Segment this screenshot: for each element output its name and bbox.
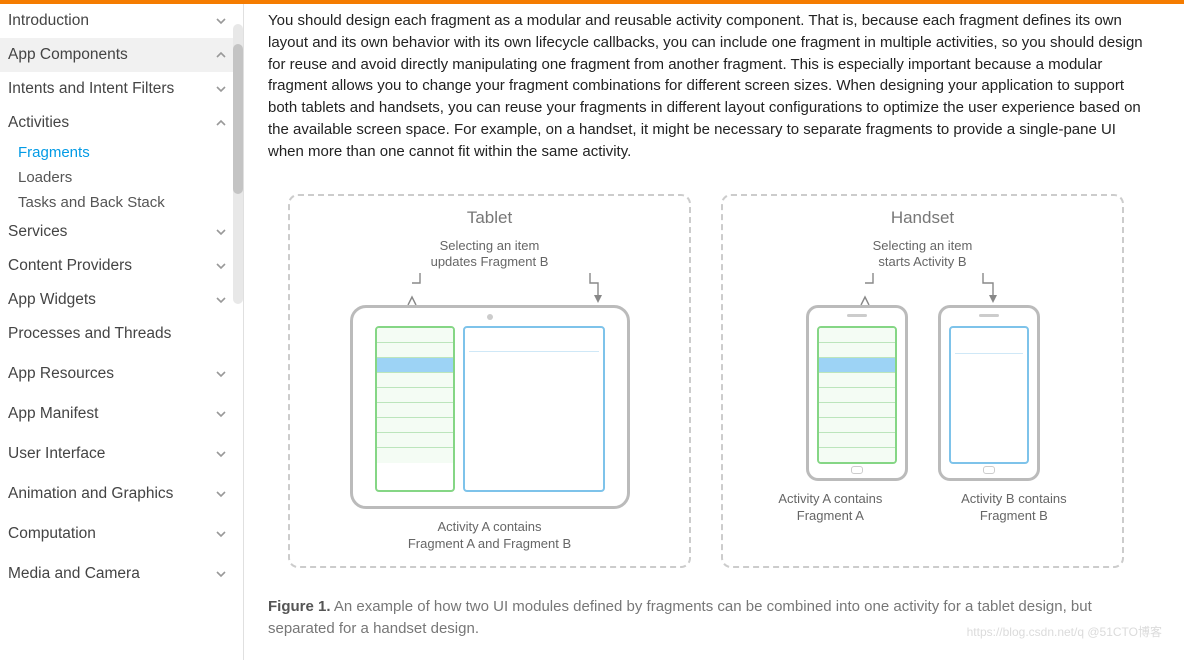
figure-tablet-column: Tablet Selecting an item updates Fragmen… [288, 194, 691, 568]
sidebar-item-label: Media and Camera [8, 565, 140, 583]
scrollbar-thumb[interactable] [233, 44, 243, 194]
text-line: Activity B contains [961, 491, 1067, 506]
text-line: updates Fragment B [431, 254, 549, 269]
chevron-up-icon [215, 117, 227, 129]
figure-handset-title: Handset [739, 208, 1106, 228]
chevron-down-icon [215, 528, 227, 540]
sidebar-item-label: Processes and Threads [8, 325, 171, 343]
chevron-down-icon [215, 294, 227, 306]
text-line: Selecting an item [440, 238, 540, 253]
sidebar-item-computation[interactable]: Computation [0, 517, 243, 551]
tablet-selecting-text: Selecting an item updates Fragment B [431, 238, 549, 269]
sidebar-sub-fragments[interactable]: Fragments [0, 140, 243, 165]
sidebar-item-animation[interactable]: Animation and Graphics [0, 477, 243, 511]
figure-1-wrap: Tablet Selecting an item updates Fragmen… [268, 180, 1144, 641]
sidebar-item-app-widgets[interactable]: App Widgets [0, 283, 243, 317]
sidebar-item-user-interface[interactable]: User Interface [0, 437, 243, 471]
figure-1: Tablet Selecting an item updates Fragmen… [268, 180, 1144, 582]
sidebar-item-label: User Interface [8, 445, 105, 463]
sidebar-item-label: Activities [8, 114, 69, 132]
handset-device-b [938, 305, 1040, 481]
handset-device-a [806, 305, 908, 481]
sidebar-item-services[interactable]: Services [0, 215, 243, 249]
arrow-connector-icon [793, 269, 1053, 309]
sidebar-item-label: Intents and Intent Filters [8, 80, 174, 98]
sidebar-item-introduction[interactable]: Introduction [0, 4, 243, 38]
handset-a-caption: Activity A contains Fragment A [778, 491, 882, 524]
sidebar-item-label: Services [8, 223, 67, 241]
fragment-b-detail [463, 326, 605, 492]
chevron-down-icon [215, 368, 227, 380]
sidebar-item-label: App Manifest [8, 405, 98, 423]
sidebar-item-label: Content Providers [8, 257, 132, 275]
sidebar-item-app-components[interactable]: App Components [0, 38, 243, 72]
sidebar: Introduction App Components Intents and … [0, 4, 244, 660]
text-line: Fragment A and Fragment B [408, 536, 571, 551]
tablet-device-illustration [350, 305, 630, 509]
sidebar-item-activities[interactable]: Activities [0, 106, 243, 140]
text-line: Activity A contains [778, 491, 882, 506]
sidebar-item-app-manifest[interactable]: App Manifest [0, 397, 243, 431]
sidebar-item-media[interactable]: Media and Camera [0, 557, 243, 591]
text-line: Fragment B [980, 508, 1048, 523]
chevron-down-icon [215, 260, 227, 272]
chevron-up-icon [215, 49, 227, 61]
watermark-text: https://blog.csdn.net/q @51CTO博客 [967, 623, 1162, 640]
sidebar-item-label: App Components [8, 46, 128, 64]
handset-selecting-text: Selecting an item starts Activity B [873, 238, 973, 269]
fragment-a-list [375, 326, 455, 492]
arrow-connector-icon [350, 269, 630, 309]
text-line: Activity A contains [437, 519, 541, 534]
sidebar-item-label: App Widgets [8, 291, 96, 309]
chevron-down-icon [215, 488, 227, 500]
sidebar-item-processes[interactable]: Processes and Threads [0, 317, 243, 351]
chevron-down-icon [215, 408, 227, 420]
chevron-down-icon [215, 15, 227, 27]
sidebar-sub-tasks[interactable]: Tasks and Back Stack [0, 190, 243, 215]
sidebar-item-label: Introduction [8, 12, 89, 30]
sidebar-item-label: Computation [8, 525, 96, 543]
handset-b-caption: Activity B contains Fragment B [961, 491, 1067, 524]
sidebar-item-intents[interactable]: Intents and Intent Filters [0, 72, 243, 106]
fragment-b-detail [949, 326, 1029, 464]
sidebar-sub-loaders[interactable]: Loaders [0, 165, 243, 190]
figure-handset-column: Handset Selecting an item starts Activit… [721, 194, 1124, 568]
sidebar-item-app-resources[interactable]: App Resources [0, 357, 243, 391]
tablet-caption: Activity A contains Fragment A and Fragm… [408, 519, 571, 552]
main-content: You should design each fragment as a mod… [244, 4, 1184, 660]
chevron-down-icon [215, 448, 227, 460]
chevron-down-icon [215, 568, 227, 580]
figure-caption-bold: Figure 1. [268, 598, 331, 615]
text-line: starts Activity B [878, 254, 966, 269]
body-paragraph: You should design each fragment as a mod… [268, 10, 1144, 162]
chevron-down-icon [215, 226, 227, 238]
sidebar-scrollbar[interactable] [233, 24, 243, 304]
sidebar-item-label: Animation and Graphics [8, 485, 173, 503]
fragment-a-list [817, 326, 897, 464]
sidebar-item-content-providers[interactable]: Content Providers [0, 249, 243, 283]
figure-tablet-title: Tablet [306, 208, 673, 228]
text-line: Fragment A [797, 508, 864, 523]
chevron-down-icon [215, 83, 227, 95]
sidebar-item-label: App Resources [8, 365, 114, 383]
text-line: Selecting an item [873, 238, 973, 253]
